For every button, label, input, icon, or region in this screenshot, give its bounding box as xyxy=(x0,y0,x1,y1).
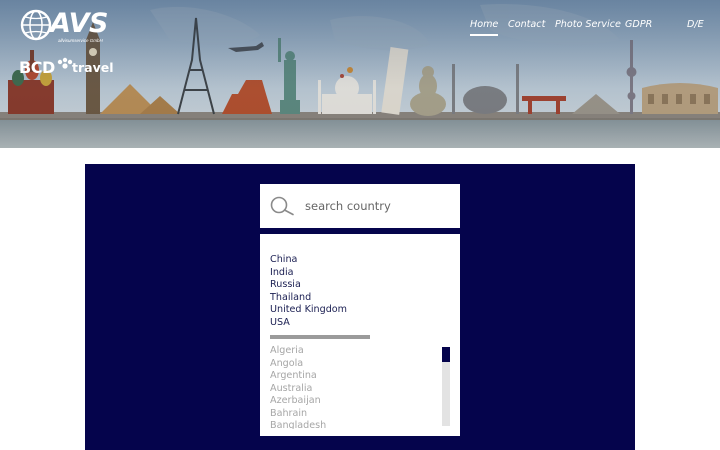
list-item[interactable]: Thailand xyxy=(270,292,347,305)
bcd-logo-travel: travel xyxy=(72,60,114,75)
list-item[interactable]: Russia xyxy=(270,279,347,292)
nav-gdpr[interactable]: GDPR xyxy=(625,19,652,30)
nav-photo-service[interactable]: Photo Service xyxy=(555,19,621,30)
list-item[interactable]: India xyxy=(270,267,347,280)
list-item[interactable]: United Kingdom xyxy=(270,304,347,317)
nav-language-toggle[interactable]: D/E xyxy=(687,19,704,30)
list-item[interactable]: USA xyxy=(270,317,347,330)
list-item[interactable]: Algeria xyxy=(270,345,440,358)
country-search-input[interactable] xyxy=(305,195,450,217)
header-hero: AVS allvisumservice GmbH BCD travel Home… xyxy=(0,0,720,148)
list-item[interactable]: China xyxy=(270,254,347,267)
all-countries: Algeria Angola Argentina Australia Azerb… xyxy=(270,345,440,429)
main-nav: Home Contact Photo Service GDPR D/E xyxy=(0,19,720,41)
scrollbar-thumb[interactable] xyxy=(442,347,450,362)
list-item[interactable]: Australia xyxy=(270,383,440,396)
country-list: China India Russia Thailand United Kingd… xyxy=(260,234,460,436)
list-item[interactable]: Angola xyxy=(270,358,440,371)
list-item[interactable]: Azerbaijan xyxy=(270,395,440,408)
list-divider xyxy=(270,335,370,339)
country-list-scrollbar[interactable] xyxy=(442,347,450,426)
nav-home[interactable]: Home xyxy=(470,19,499,36)
bcd-dots-icon xyxy=(57,57,73,69)
list-item[interactable]: Argentina xyxy=(270,370,440,383)
nav-contact[interactable]: Contact xyxy=(508,19,545,30)
featured-countries: China India Russia Thailand United Kingd… xyxy=(270,254,347,330)
list-item[interactable]: Bahrain xyxy=(270,408,440,421)
list-item[interactable]: Bangladesh xyxy=(270,420,440,429)
search-icon xyxy=(270,196,294,216)
country-search-box xyxy=(260,184,460,228)
bcd-logo-text: BCD xyxy=(19,58,55,77)
bcd-travel-logo[interactable]: BCD travel xyxy=(19,57,119,80)
